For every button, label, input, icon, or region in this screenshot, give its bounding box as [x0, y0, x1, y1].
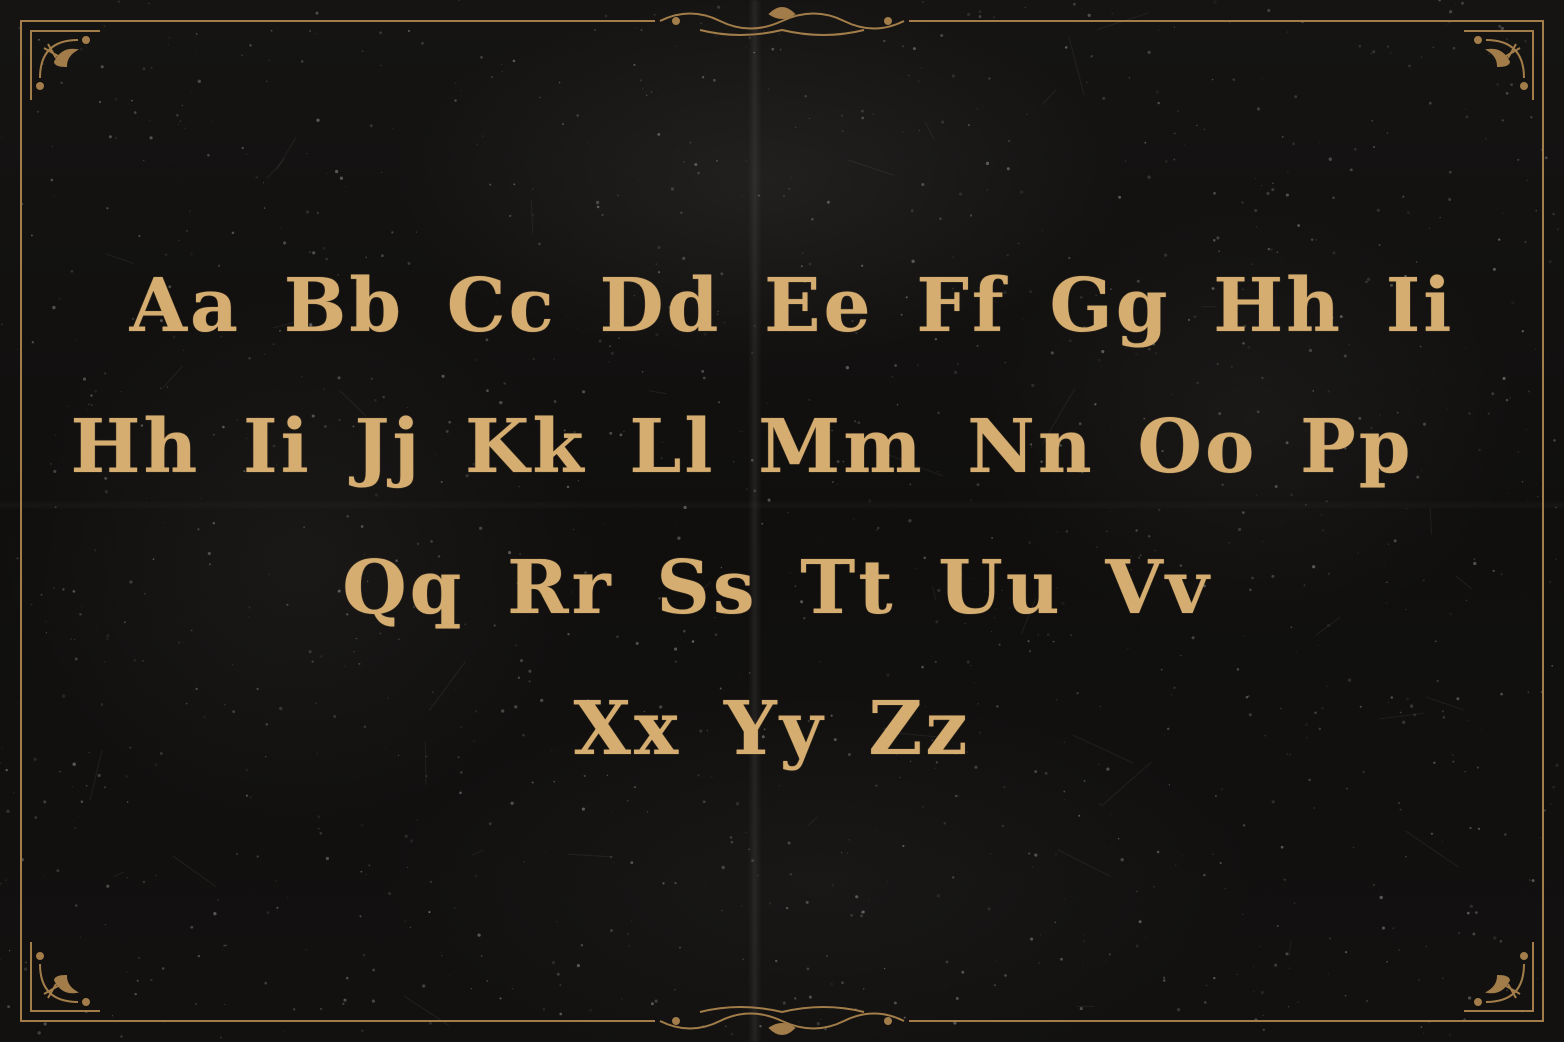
specimen-sheet: Aa Bb Cc Dd Ee Ff Gg Hh Ii Hh Ii Jj Kk L…	[0, 0, 1564, 1042]
corner-ornament-icon	[20, 20, 118, 118]
alphabet-line-4: Xx Yy Zz	[573, 686, 971, 772]
alphabet-line-1: Aa Bb Cc Dd Ee Ff Gg Hh Ii	[129, 263, 1455, 349]
corner-ornament-icon	[1446, 924, 1544, 1022]
alphabet-line-3: Qq Rr Ss Tt Uu Vv	[342, 545, 1212, 631]
corner-ornament-icon	[20, 924, 118, 1022]
flourish-ornament-icon	[659, 1006, 905, 1035]
flourish-ornament-icon	[659, 7, 905, 36]
alphabet-line-2: Hh Ii Jj Kk Ll Mm Nn Oo Pp	[70, 404, 1414, 490]
corner-ornament-icon	[1446, 20, 1544, 118]
alphabet-specimen: Aa Bb Cc Dd Ee Ff Gg Hh Ii Hh Ii Jj Kk L…	[0, 236, 1564, 800]
